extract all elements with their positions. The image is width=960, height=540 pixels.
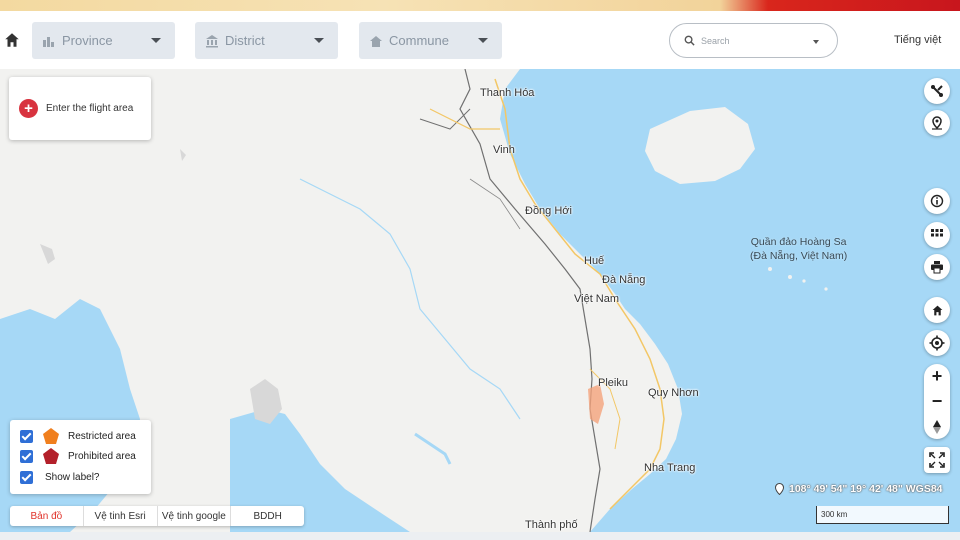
house-icon bbox=[370, 35, 382, 47]
place-viet-nam: Việt Nam bbox=[574, 293, 620, 305]
measure-button[interactable] bbox=[924, 78, 950, 104]
place-hue: Huế bbox=[584, 255, 605, 267]
district-label: District bbox=[225, 33, 265, 48]
place-thanh-pho: Thành phố bbox=[525, 519, 578, 531]
info-button[interactable] bbox=[924, 188, 950, 214]
place-quy-nhon: Quy Nhơn bbox=[648, 387, 699, 399]
scale-bar: 300 km bbox=[816, 506, 949, 524]
pentagon-icon bbox=[43, 428, 59, 444]
flight-area-label: Enter the flight area bbox=[46, 103, 134, 114]
place-nha-trang: Nha Trang bbox=[644, 462, 696, 474]
my-location-button[interactable] bbox=[924, 330, 950, 356]
bank-icon bbox=[206, 34, 218, 47]
home-icon[interactable] bbox=[3, 31, 21, 49]
legend-show-label-row[interactable]: Show label? bbox=[20, 469, 99, 485]
layers-grid-button[interactable] bbox=[924, 222, 950, 248]
commune-select[interactable]: Commune bbox=[359, 22, 502, 59]
home-icon bbox=[932, 305, 942, 315]
zoom-controls: + − bbox=[924, 364, 950, 439]
language-switch[interactable]: Tiếng việt bbox=[894, 34, 941, 46]
flight-area-card[interactable]: + Enter the flight area bbox=[9, 77, 151, 140]
basemap-tab-bddh[interactable]: BDDH bbox=[231, 506, 304, 526]
search-placeholder: Search bbox=[701, 35, 730, 46]
place-thanh-hoa: Thanh Hóa bbox=[480, 87, 535, 99]
restricted-label: Restricted area bbox=[68, 430, 136, 442]
province-label: Province bbox=[62, 33, 113, 48]
ruler-icon bbox=[931, 85, 943, 97]
compass-button[interactable] bbox=[924, 414, 950, 439]
bottom-bar bbox=[0, 532, 960, 540]
scale-label: 300 km bbox=[821, 510, 848, 519]
zoom-in-button[interactable]: + bbox=[924, 364, 950, 389]
toolbar: Province District Commune Search Tiếng v… bbox=[0, 11, 960, 69]
place-pleiku: Pleiku bbox=[598, 377, 628, 389]
search-icon bbox=[684, 35, 695, 46]
grid-icon bbox=[931, 229, 943, 237]
location-pin-button[interactable] bbox=[924, 110, 950, 136]
place-hoang-sa: Quần đảo Hoàng Sa (Đà Nẵng, Việt Nam) bbox=[750, 236, 848, 262]
coordinate-readout: 108° 49' 54" 19° 42' 48" WGS84 bbox=[774, 483, 943, 495]
place-dong-hoi: Đồng Hới bbox=[525, 205, 572, 217]
add-icon[interactable]: + bbox=[19, 99, 38, 118]
prohibited-checkbox[interactable] bbox=[20, 449, 33, 463]
pentagon-icon bbox=[43, 448, 59, 464]
map-pin-icon bbox=[774, 483, 785, 495]
printer-icon bbox=[931, 261, 943, 274]
basemap-switcher: Bản đồ Vệ tinh Esri Vệ tinh google BDDH bbox=[10, 506, 304, 526]
chevron-down-icon bbox=[478, 38, 488, 43]
show-label-text: Show label? bbox=[45, 471, 100, 483]
show-label-checkbox[interactable] bbox=[20, 470, 33, 484]
fullscreen-button[interactable] bbox=[924, 447, 950, 473]
legend-prohibited-row[interactable]: Prohibited area bbox=[20, 448, 136, 464]
province-select[interactable]: Province bbox=[32, 22, 175, 59]
coordinate-text: 108° 49' 54" 19° 42' 48" WGS84 bbox=[789, 483, 943, 495]
home-extent-button[interactable] bbox=[924, 297, 950, 323]
island-hainan bbox=[645, 107, 755, 184]
chevron-down-icon bbox=[813, 40, 819, 44]
zoom-out-button[interactable]: − bbox=[924, 389, 950, 414]
fullscreen-icon bbox=[929, 452, 945, 468]
district-select[interactable]: District bbox=[195, 22, 338, 59]
restricted-checkbox[interactable] bbox=[20, 429, 33, 443]
commune-label: Commune bbox=[389, 33, 449, 48]
chevron-down-icon bbox=[151, 38, 161, 43]
crosshair-icon bbox=[929, 335, 945, 351]
chevron-down-icon bbox=[314, 38, 324, 43]
basemap-tab-esri[interactable]: Vệ tinh Esri bbox=[84, 506, 158, 526]
top-banner bbox=[0, 0, 960, 11]
info-icon bbox=[930, 194, 944, 208]
print-button[interactable] bbox=[924, 254, 950, 280]
place-vinh: Vinh bbox=[493, 144, 515, 156]
map-legend: Restricted area Prohibited area Show lab… bbox=[10, 420, 151, 494]
chart-icon bbox=[43, 36, 54, 47]
compass-icon bbox=[933, 419, 941, 434]
basemap-tab-map[interactable]: Bản đồ bbox=[10, 506, 84, 526]
basemap-tab-google[interactable]: Vệ tinh google bbox=[158, 506, 232, 526]
legend-restricted-row[interactable]: Restricted area bbox=[20, 428, 136, 444]
prohibited-label: Prohibited area bbox=[68, 450, 136, 462]
map-pin-icon bbox=[932, 116, 942, 130]
search-input[interactable]: Search bbox=[669, 23, 838, 58]
place-da-nang: Đà Nẵng bbox=[602, 274, 646, 286]
